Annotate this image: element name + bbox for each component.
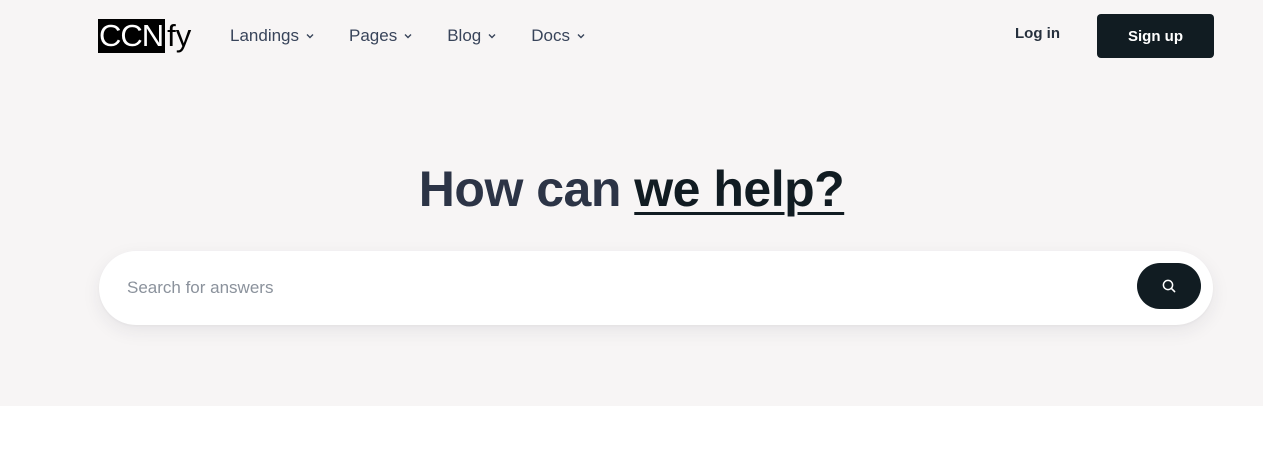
signup-button[interactable]: Sign up — [1097, 14, 1214, 58]
nav-item-landings[interactable]: Landings — [230, 26, 315, 46]
search-icon — [1162, 279, 1176, 293]
page-title: How can we help? — [0, 160, 1263, 218]
logo-mark: CCN — [98, 18, 166, 53]
nav-item-label: Landings — [230, 26, 300, 45]
nav-item-docs[interactable]: Docs — [531, 26, 586, 46]
nav-item-label: Blog — [447, 26, 482, 45]
search-bar — [99, 251, 1213, 325]
search-button[interactable] — [1137, 263, 1201, 309]
headline-plain: How can — [418, 161, 635, 217]
chevron-down-icon — [404, 34, 412, 39]
main-nav: Landings Pages Blog Docs — [230, 24, 620, 48]
nav-item-label: Pages — [349, 26, 398, 45]
hero-section: CCN fy Landings Pages Blog Docs Log in Si… — [0, 0, 1263, 406]
brand-logo[interactable]: CCN fy — [98, 19, 191, 53]
login-link[interactable]: Log in — [1015, 25, 1060, 42]
chevron-down-icon — [488, 34, 496, 39]
headline-accent: we help? — [634, 161, 845, 217]
logo-wordmark: fy — [167, 18, 192, 53]
nav-item-pages[interactable]: Pages — [349, 26, 413, 46]
nav-item-label: Docs — [531, 26, 570, 45]
search-input[interactable] — [127, 273, 1117, 303]
nav-item-blog[interactable]: Blog — [447, 26, 497, 46]
chevron-down-icon — [577, 34, 585, 39]
chevron-down-icon — [306, 34, 314, 39]
content-area — [0, 406, 1263, 450]
